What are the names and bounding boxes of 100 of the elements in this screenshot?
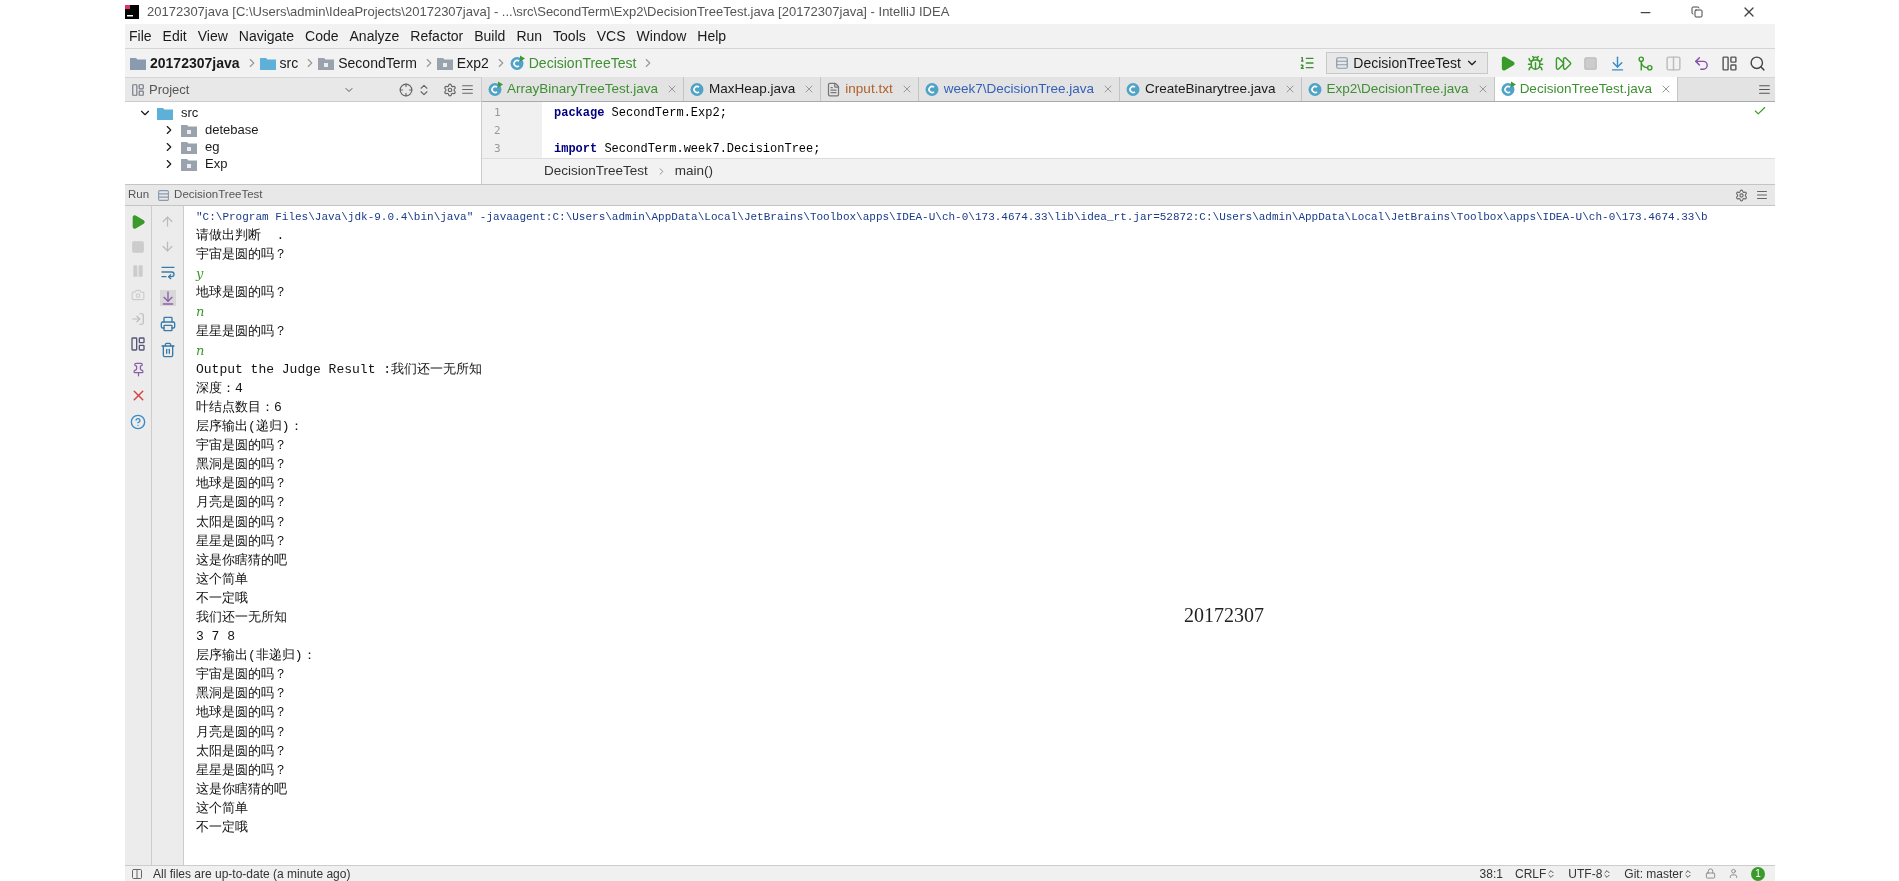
folder-icon — [130, 56, 146, 70]
notification-badge[interactable]: 1 — [1751, 866, 1765, 881]
line-separator[interactable]: CRLF — [1514, 864, 1557, 881]
typed-answer-text: n — [196, 342, 205, 358]
layout-icon[interactable] — [130, 336, 146, 352]
folder-icon — [259, 56, 276, 70]
menu-item[interactable]: Code — [305, 25, 339, 47]
encoding[interactable]: UTF-8 — [1568, 864, 1613, 881]
menu-item[interactable]: Tools — [553, 25, 586, 47]
panel-title: Run — [128, 187, 150, 203]
breadcrumb-item[interactable]: src — [279, 52, 299, 74]
menu-item[interactable]: Build — [474, 25, 506, 47]
menu-item[interactable]: Navigate — [238, 25, 295, 47]
breadcrumb-item[interactable]: Exp2 — [456, 52, 489, 74]
tab-list-icon[interactable] — [1758, 82, 1771, 96]
console-line: 不一定哦 — [196, 590, 248, 606]
console-line: 地球是圆的吗？ — [196, 705, 287, 721]
editor-tab[interactable]: CreateBinarytree.java — [1119, 77, 1302, 101]
cursor-position[interactable]: 38:1 — [1479, 864, 1503, 881]
breadcrumb-item[interactable]: 20172307java — [150, 52, 240, 74]
restore-icon[interactable] — [1691, 6, 1703, 18]
window-icon — [1335, 56, 1350, 70]
menu-item[interactable]: Refactor — [410, 25, 464, 47]
pin-icon[interactable] — [130, 362, 146, 377]
run-configuration-dropdown[interactable]: DecisionTreeTest — [1326, 52, 1488, 74]
folder-icon — [181, 156, 197, 171]
code-line: import SecondTerm.week7.DecisionTree; — [554, 142, 821, 156]
updown-icon — [1683, 868, 1693, 879]
menu-item[interactable]: Window — [636, 25, 687, 47]
vcs-commit-icon[interactable] — [1637, 54, 1654, 72]
console-line: 宇宙是圆的吗？ — [196, 247, 287, 263]
breadcrumb-item[interactable]: DecisionTreeTest — [544, 161, 648, 182]
menu-item[interactable]: View — [197, 25, 228, 47]
project-icon — [131, 82, 145, 97]
runnable-class-icon — [1499, 81, 1516, 97]
console-line: 这是你瞎猜的吧 — [196, 781, 287, 797]
git-branch[interactable]: Git: master — [1624, 864, 1693, 881]
project-structure-icon[interactable] — [1721, 54, 1738, 72]
run-tab[interactable]: DecisionTreeTest — [174, 186, 263, 204]
console-line: "C:\Program Files\Java\jdk-9.0.4\bin\java" -javaagent:C:\Users\admin\AppData\Local\JetBrains\Toolbox\apps\IDEA-U\ch-0\173.4674.33\lib\idea_rt.jar=52872:C:\Users\admin\AppData\Local\JetBrains\Toolbox\apps\IDEA-U\ch-0\173.4674.33\b — [196, 211, 1708, 223]
run-icon[interactable] — [1499, 54, 1516, 72]
console-line: 地球是圆的吗？ — [196, 476, 287, 492]
settings-icon[interactable] — [1735, 188, 1748, 202]
window-icon — [157, 188, 171, 202]
folder-icon — [436, 56, 453, 70]
hide-icon[interactable] — [461, 83, 475, 96]
console-line: 地球是圆的吗？ — [196, 285, 287, 301]
console-line: 宇宙是圆的吗？ — [196, 438, 287, 454]
class-icon — [923, 81, 940, 97]
class-icon — [1306, 81, 1323, 97]
editor-tab[interactable]: input.txt — [821, 77, 919, 101]
locate-icon[interactable] — [399, 82, 414, 97]
editor-tab[interactable]: MaxHeap.java — [684, 77, 822, 101]
line-number: 3 — [494, 141, 502, 157]
user-icon[interactable] — [1728, 868, 1739, 879]
settings-icon[interactable] — [443, 82, 458, 97]
revert-icon[interactable] — [1693, 54, 1710, 72]
editor-tab[interactable]: week7\DecisionTree.java — [918, 77, 1120, 101]
panel-toggle-icon[interactable] — [131, 867, 143, 880]
tree-item[interactable]: src — [181, 102, 199, 123]
menu-item[interactable]: File — [129, 25, 152, 47]
menu-item[interactable]: Analyze — [349, 25, 400, 47]
breadcrumb-item[interactable]: main() — [674, 161, 714, 182]
console-line: 黑洞是圆的吗？ — [196, 457, 287, 473]
menu-item[interactable]: Edit — [162, 25, 187, 47]
text-file-icon — [826, 81, 842, 97]
console-line: 太阳是圆的吗？ — [196, 514, 287, 530]
breadcrumb-item[interactable]: SecondTerm — [338, 52, 417, 74]
console-line: 宇宙是圆的吗？ — [196, 667, 287, 683]
overlay-text: 20172307 — [1184, 606, 1264, 626]
soft-wrap-icon[interactable] — [159, 264, 176, 280]
scroll-to-end-icon[interactable] — [159, 290, 176, 306]
console-line: 这是你瞎猜的吧 — [196, 552, 287, 568]
menu-item[interactable]: VCS — [596, 25, 626, 47]
coverage-icon[interactable] — [1555, 54, 1572, 72]
breadcrumb-item[interactable]: DecisionTreeTest — [528, 52, 637, 74]
console-line: 星星是圆的吗？ — [196, 533, 287, 549]
menu-item[interactable]: Help — [697, 25, 727, 47]
trash-icon[interactable] — [159, 342, 176, 358]
hide-icon[interactable] — [1756, 189, 1768, 201]
typed-answer-text: n — [196, 304, 205, 320]
lock-icon[interactable] — [1705, 868, 1716, 879]
folder-icon — [157, 105, 173, 120]
debug-icon[interactable] — [1527, 54, 1544, 72]
print-icon[interactable] — [159, 316, 176, 332]
search-icon[interactable] — [1749, 54, 1766, 72]
panel-title: Project — [149, 80, 190, 99]
vcs-update-icon[interactable] — [1609, 54, 1626, 72]
run-icon[interactable] — [130, 214, 146, 230]
runnable-class-icon — [508, 55, 525, 71]
check-icon — [1753, 104, 1767, 118]
menu-item[interactable]: Run — [516, 25, 543, 47]
runnable-class-icon — [487, 81, 503, 97]
class-icon — [1124, 81, 1141, 97]
console-line: 黑洞是圆的吗？ — [196, 686, 287, 702]
help-icon[interactable] — [130, 414, 146, 430]
sort-icon[interactable] — [1299, 55, 1316, 71]
console-line: 层序输出(递归)： — [196, 419, 303, 435]
editor-tab[interactable]: DecisionTreeTest.java — [1494, 77, 1678, 101]
console-line: 星星是圆的吗？ — [196, 323, 287, 339]
